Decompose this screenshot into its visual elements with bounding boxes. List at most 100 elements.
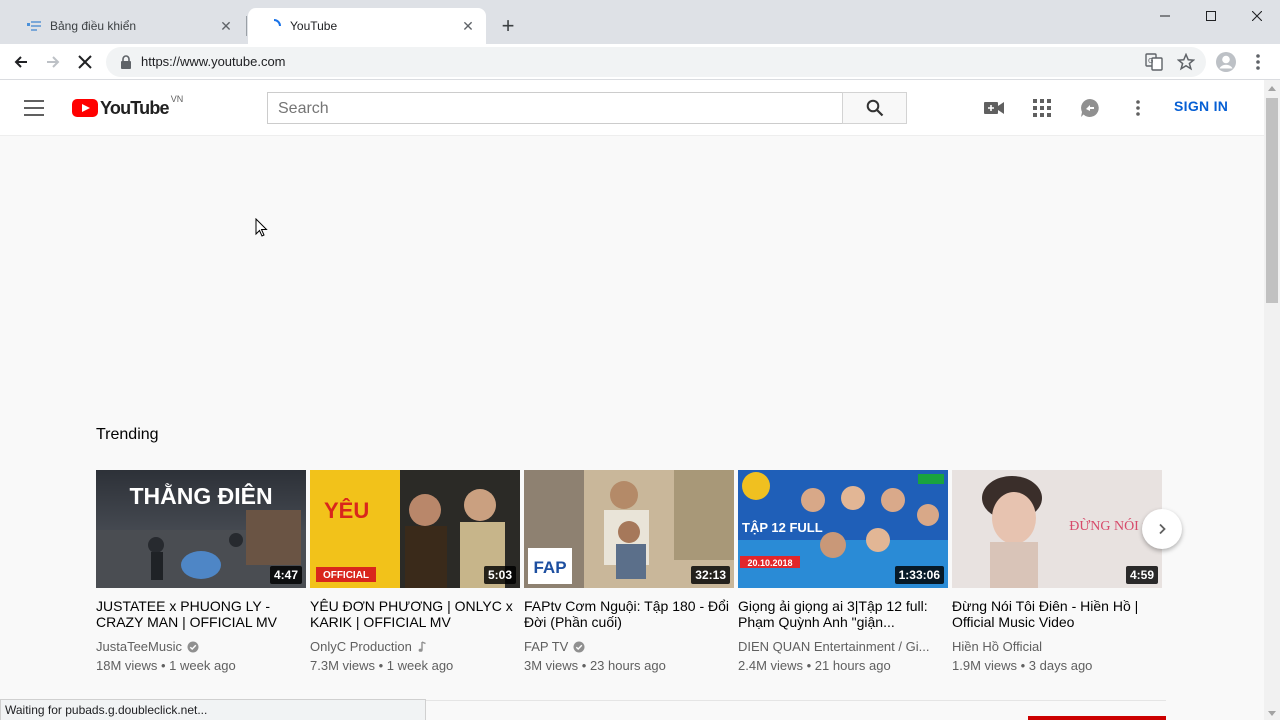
minimize-button[interactable] bbox=[1142, 0, 1188, 32]
translate-button[interactable]: G bbox=[1140, 48, 1168, 76]
browser-menu-button[interactable] bbox=[1244, 48, 1272, 76]
tab-title: YouTube bbox=[290, 19, 338, 33]
thumbnail-title-text: TẬP 12 FULL bbox=[742, 520, 823, 535]
kebab-menu-icon bbox=[1256, 54, 1260, 70]
video-duration: 5:03 bbox=[483, 566, 516, 584]
svg-text:G: G bbox=[1148, 57, 1153, 65]
video-title[interactable]: YÊU ĐƠN PHƯƠNG | ONLYC x KARIK | OFFICIA… bbox=[310, 598, 520, 630]
tab-youtube[interactable]: YouTube ✕ bbox=[248, 8, 486, 44]
music-note-icon bbox=[417, 640, 429, 653]
video-card[interactable]: THẰNG ĐIÊN 4:47 JUSTATEE x PHUONG LY - C… bbox=[96, 470, 306, 673]
video-meta: 18M views • 1 week ago bbox=[96, 658, 236, 673]
region-code: VN bbox=[170, 94, 184, 104]
shelf-next-button[interactable] bbox=[1142, 509, 1182, 549]
loading-spinner-icon bbox=[266, 18, 282, 34]
lock-icon bbox=[121, 55, 131, 69]
youtube-logo[interactable]: YouTube VN bbox=[72, 94, 183, 118]
channel-label[interactable]: DIEN QUAN Entertainment / Gi... bbox=[738, 639, 929, 654]
next-shelf-peek bbox=[1028, 716, 1166, 720]
channel-name[interactable]: DIEN QUAN Entertainment / Gi... bbox=[738, 639, 948, 654]
video-thumbnail[interactable]: FAP 32:13 bbox=[524, 470, 734, 588]
guide-menu-icon[interactable] bbox=[24, 100, 44, 116]
logo-text: YouTube bbox=[100, 97, 170, 118]
channel-label[interactable]: Hiền Hồ Official bbox=[952, 639, 1042, 654]
channel-label[interactable]: FAP TV bbox=[524, 639, 568, 654]
sign-in-button[interactable]: SIGN IN bbox=[1174, 98, 1228, 114]
channel-label[interactable]: JustaTeeMusic bbox=[96, 639, 182, 654]
browser-toolbar: https://www.youtube.com G bbox=[0, 44, 1280, 80]
verified-icon bbox=[573, 641, 585, 653]
close-window-button[interactable] bbox=[1234, 0, 1280, 32]
mouse-cursor-icon bbox=[255, 218, 268, 237]
chevron-right-icon bbox=[1159, 523, 1166, 535]
close-tab-icon[interactable]: ✕ bbox=[460, 18, 476, 34]
apps-button[interactable] bbox=[1030, 96, 1054, 120]
upload-video-button[interactable] bbox=[982, 96, 1006, 120]
thumbnail-title-text: THẰNG ĐIÊN bbox=[129, 482, 272, 509]
video-meta: 2.4M views • 21 hours ago bbox=[738, 658, 891, 673]
back-button[interactable] bbox=[7, 48, 35, 76]
section-title-trending[interactable]: Trending bbox=[96, 426, 159, 444]
messages-button[interactable] bbox=[1078, 96, 1102, 120]
video-duration: 4:59 bbox=[1125, 566, 1158, 584]
kebab-menu-icon bbox=[1136, 100, 1140, 116]
tab-divider bbox=[246, 16, 247, 36]
maximize-icon bbox=[1206, 11, 1216, 21]
close-tab-icon[interactable]: ✕ bbox=[218, 18, 234, 34]
search-input[interactable]: Search bbox=[267, 92, 843, 124]
scrollbar-thumb[interactable] bbox=[1266, 98, 1278, 303]
video-card[interactable]: ĐỪNG NÓI tôi điên 4:59 Đừng Nói Tôi Điên… bbox=[952, 470, 1162, 673]
video-duration: 1:33:06 bbox=[894, 566, 944, 584]
video-camera-icon bbox=[984, 102, 1004, 114]
back-arrow-icon bbox=[14, 56, 27, 68]
settings-menu-button[interactable] bbox=[1126, 96, 1150, 120]
thumbnail-date-text: 20.10.2018 bbox=[747, 558, 792, 568]
chat-bubble-icon bbox=[1081, 99, 1099, 117]
address-bar[interactable]: https://www.youtube.com bbox=[106, 47, 1206, 77]
video-title[interactable]: FAPtv Cơm Nguội: Tập 180 - Đổi Đời (Phần… bbox=[524, 598, 734, 630]
bookmark-star-button[interactable] bbox=[1172, 48, 1200, 76]
stop-loading-button[interactable] bbox=[71, 48, 99, 76]
video-title[interactable]: Đừng Nói Tôi Điên - Hiền Hồ | Official M… bbox=[952, 598, 1162, 630]
video-thumbnail[interactable]: THẰNG ĐIÊN 4:47 bbox=[96, 470, 306, 588]
forward-button[interactable] bbox=[39, 48, 67, 76]
page-scrollbar[interactable] bbox=[1264, 80, 1280, 720]
channel-name[interactable]: JustaTeeMusic bbox=[96, 639, 306, 654]
video-card[interactable]: TẬP 12 FULL 20.10.2018 1:33:06 Giọng ải … bbox=[738, 470, 948, 673]
channel-name[interactable]: FAP TV bbox=[524, 639, 734, 654]
close-icon bbox=[1252, 11, 1262, 21]
video-meta: 1.9M views • 3 days ago bbox=[952, 658, 1093, 673]
video-duration: 32:13 bbox=[691, 566, 730, 584]
youtube-masthead: YouTube VN Search SIGN IN bbox=[0, 80, 1264, 136]
youtube-play-icon bbox=[72, 99, 98, 117]
tab-title: Bảng điều khiển bbox=[50, 19, 137, 33]
video-duration: 4:47 bbox=[269, 566, 302, 584]
browser-titlebar: Bảng điều khiển ✕ YouTube ✕ + bbox=[0, 0, 1280, 44]
channel-label[interactable]: OnlyC Production bbox=[310, 639, 412, 654]
video-card[interactable]: FAP 32:13 FAPtv Cơm Nguội: Tập 180 - Đổi… bbox=[524, 470, 734, 673]
profile-button[interactable] bbox=[1212, 48, 1240, 76]
translate-icon: G bbox=[1145, 53, 1163, 71]
channel-name[interactable]: OnlyC Production bbox=[310, 639, 520, 654]
video-thumbnail[interactable]: ĐỪNG NÓI tôi điên 4:59 bbox=[952, 470, 1162, 588]
maximize-button[interactable] bbox=[1188, 0, 1234, 32]
scroll-up-icon[interactable] bbox=[1268, 86, 1276, 91]
video-thumbnail[interactable]: YÊU OFFICIAL 5:03 bbox=[310, 470, 520, 588]
video-title[interactable]: JUSTATEE x PHUONG LY - CRAZY MAN | OFFIC… bbox=[96, 598, 306, 630]
scroll-down-icon[interactable] bbox=[1268, 711, 1276, 716]
channel-name[interactable]: Hiền Hồ Official bbox=[952, 639, 1162, 654]
minimize-icon bbox=[1160, 15, 1170, 17]
video-thumbnail[interactable]: TẬP 12 FULL 20.10.2018 1:33:06 bbox=[738, 470, 948, 588]
search-icon bbox=[866, 99, 883, 117]
tab-dashboard[interactable]: Bảng điều khiển ✕ bbox=[8, 8, 244, 44]
new-tab-button[interactable]: + bbox=[496, 14, 520, 38]
browser-status-bar: Waiting for pubads.g.doubleclick.net... bbox=[0, 699, 426, 720]
forward-arrow-icon bbox=[47, 56, 60, 68]
thumbnail-title-text: FAP bbox=[533, 558, 566, 577]
video-card[interactable]: YÊU OFFICIAL 5:03 YÊU ĐƠN PHƯƠNG | ONLYC… bbox=[310, 470, 520, 673]
video-title[interactable]: Giọng ải giọng ai 3|Tập 12 full: Phạm Qu… bbox=[738, 598, 948, 630]
search-button[interactable] bbox=[842, 92, 907, 124]
thumbnail-title-text: YÊU bbox=[324, 498, 369, 523]
avatar-icon bbox=[1216, 52, 1236, 72]
star-icon bbox=[1177, 53, 1195, 71]
